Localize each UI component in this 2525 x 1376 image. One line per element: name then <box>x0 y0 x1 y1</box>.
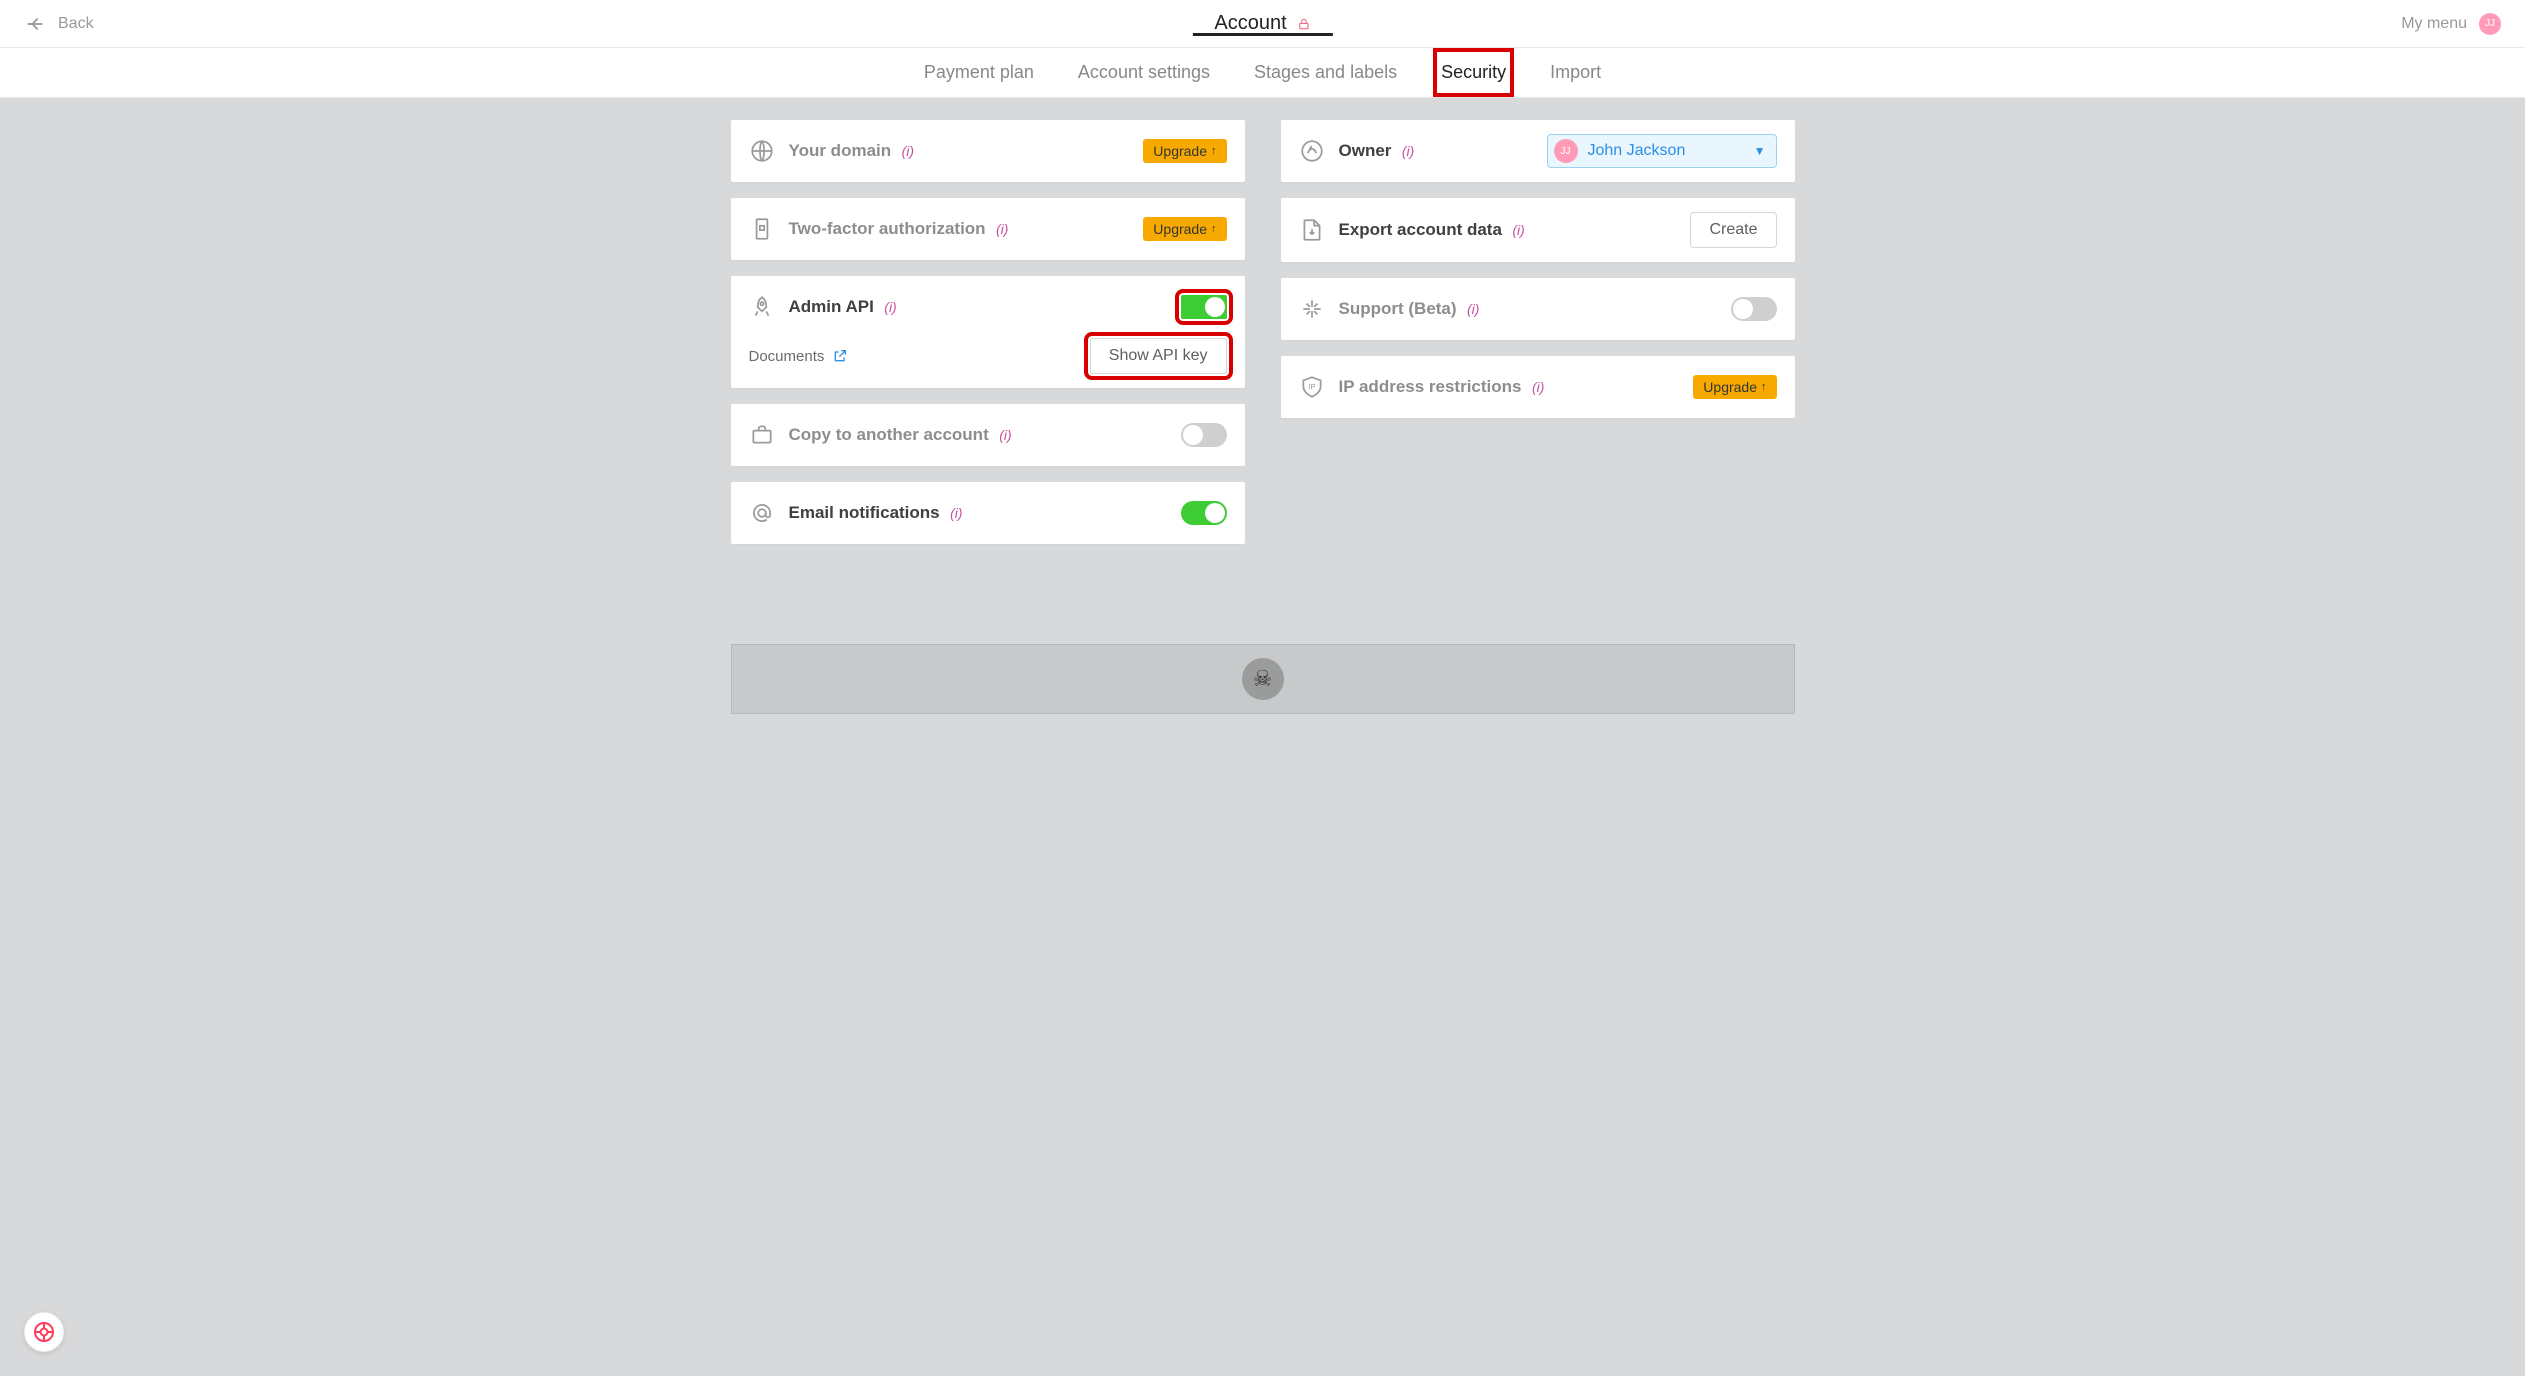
upgrade-button-domain[interactable]: Upgrade ↑ <box>1143 139 1226 163</box>
copy-account-toggle[interactable] <box>1181 423 1227 447</box>
content-area: Your domain (i) Upgrade ↑ <box>0 98 2525 1376</box>
top-title-group: Account <box>1214 12 1310 35</box>
admin-api-toggle[interactable] <box>1181 295 1227 319</box>
email-notifications-label: Email notifications <box>789 503 940 522</box>
my-menu-link[interactable]: My menu <box>2401 15 2467 33</box>
help-fab[interactable] <box>24 1312 64 1352</box>
ip-restrictions-label: IP address restrictions <box>1339 377 1522 396</box>
back-label: Back <box>58 15 94 33</box>
support-toggle[interactable] <box>1731 297 1777 321</box>
arrow-up-icon: ↑ <box>1211 145 1217 157</box>
upgrade-button-ip[interactable]: Upgrade ↑ <box>1693 375 1776 399</box>
title-underline <box>1192 33 1332 36</box>
documents-link[interactable]: Documents <box>749 348 849 365</box>
upgrade-button-2fa[interactable]: Upgrade ↑ <box>1143 217 1226 241</box>
download-file-icon <box>1299 217 1325 243</box>
briefcase-icon <box>749 422 775 448</box>
info-icon[interactable]: (i) <box>996 221 1008 237</box>
right-column: Owner (i) JJ John Jackson ▼ <box>1281 120 1795 544</box>
info-icon[interactable]: (i) <box>950 505 962 521</box>
card-admin-api: Admin API (i) Documents Show API key <box>731 276 1245 388</box>
left-column: Your domain (i) Upgrade ↑ <box>731 120 1245 544</box>
sparkle-icon <box>1299 296 1325 322</box>
arrow-up-icon: ↑ <box>1761 381 1767 393</box>
owner-icon <box>1299 138 1325 164</box>
card-owner: Owner (i) JJ John Jackson ▼ <box>1281 120 1795 182</box>
globe-icon <box>749 138 775 164</box>
info-icon[interactable]: (i) <box>1467 301 1479 317</box>
create-button[interactable]: Create <box>1690 212 1776 248</box>
export-label: Export account data <box>1339 220 1502 239</box>
arrow-up-icon: ↑ <box>1211 223 1217 235</box>
lock-icon <box>1297 17 1311 31</box>
info-icon[interactable]: (i) <box>884 299 896 315</box>
owner-name: John Jackson <box>1588 142 1686 160</box>
chevron-down-icon: ▼ <box>1754 144 1766 158</box>
tab-security[interactable]: Security <box>1435 50 1512 95</box>
card-export: Export account data (i) Create <box>1281 198 1795 262</box>
shield-ip-icon: IP <box>1299 374 1325 400</box>
at-icon <box>749 500 775 526</box>
skull-icon: ☠ <box>1242 658 1284 700</box>
email-notifications-toggle[interactable] <box>1181 501 1227 525</box>
copy-account-label: Copy to another account <box>789 425 989 444</box>
info-icon[interactable]: (i) <box>1402 143 1414 159</box>
top-right-group: My menu JJ <box>2401 13 2501 35</box>
admin-api-label: Admin API <box>789 297 874 316</box>
tab-import[interactable]: Import <box>1544 50 1607 95</box>
avatar[interactable]: JJ <box>2479 13 2501 35</box>
info-icon[interactable]: (i) <box>999 427 1011 443</box>
show-api-key-button[interactable]: Show API key <box>1090 338 1227 374</box>
your-domain-label: Your domain <box>789 141 892 160</box>
svg-text:IP: IP <box>1308 382 1315 391</box>
owner-select[interactable]: JJ John Jackson ▼ <box>1547 134 1777 168</box>
owner-avatar: JJ <box>1554 139 1578 163</box>
info-icon[interactable]: (i) <box>902 143 914 159</box>
owner-label: Owner <box>1339 141 1392 160</box>
tab-payment-plan[interactable]: Payment plan <box>918 50 1040 95</box>
card-your-domain: Your domain (i) Upgrade ↑ <box>731 120 1245 182</box>
danger-zone-band[interactable]: ☠ <box>731 644 1795 714</box>
info-icon[interactable]: (i) <box>1532 379 1544 395</box>
support-label: Support (Beta) <box>1339 299 1457 318</box>
external-link-icon <box>832 348 848 364</box>
page-title: Account <box>1214 12 1286 35</box>
tabs-row: Payment plan Account settings Stages and… <box>0 48 2525 98</box>
card-ip-restrictions: IP IP address restrictions (i) Upgrade ↑ <box>1281 356 1795 418</box>
card-email-notifications: Email notifications (i) <box>731 482 1245 544</box>
card-support: Support (Beta) (i) <box>1281 278 1795 340</box>
back-button[interactable]: Back <box>24 13 94 35</box>
card-two-factor: Two-factor authorization (i) Upgrade ↑ <box>731 198 1245 260</box>
device-icon <box>749 216 775 242</box>
columns: Your domain (i) Upgrade ↑ <box>731 120 1795 544</box>
arrow-left-icon <box>24 13 46 35</box>
tab-account-settings[interactable]: Account settings <box>1072 50 1216 95</box>
card-copy-account: Copy to another account (i) <box>731 404 1245 466</box>
info-icon[interactable]: (i) <box>1512 222 1524 238</box>
tab-stages-labels[interactable]: Stages and labels <box>1248 50 1403 95</box>
top-bar: Back Account My menu JJ <box>0 0 2525 48</box>
two-factor-label: Two-factor authorization <box>789 219 986 238</box>
rocket-icon <box>749 294 775 320</box>
